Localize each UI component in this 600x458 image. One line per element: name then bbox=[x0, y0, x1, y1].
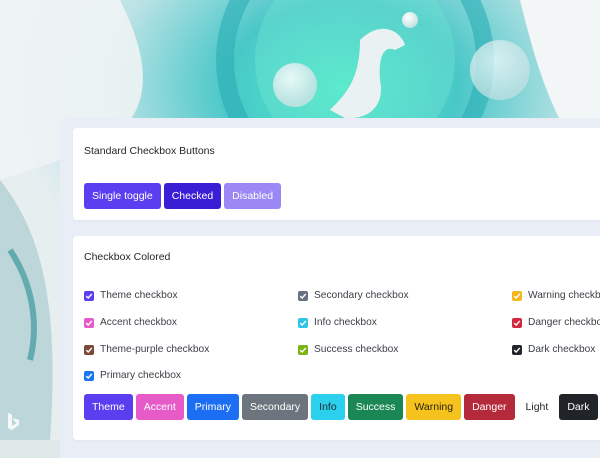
secondary-checkbox[interactable]: Secondary checkbox bbox=[298, 290, 409, 301]
check-icon bbox=[298, 317, 308, 328]
check-icon bbox=[512, 344, 522, 355]
primary-button[interactable]: Primary bbox=[186, 394, 239, 420]
check-icon bbox=[512, 290, 522, 301]
success-checkbox[interactable]: Success checkbox bbox=[298, 344, 398, 355]
info-button[interactable]: Info bbox=[311, 394, 345, 420]
check-icon bbox=[512, 317, 522, 328]
warning-checkbox[interactable]: Warning checkbox bbox=[512, 290, 600, 301]
disabled-button: Disabled bbox=[224, 183, 282, 209]
colored-button-group: Theme Accent Primary Secondary Info Succ… bbox=[84, 394, 598, 420]
theme-button[interactable]: Theme bbox=[84, 394, 133, 420]
check-icon bbox=[84, 317, 94, 328]
dark-button[interactable]: Dark bbox=[559, 394, 598, 420]
theme-checkbox[interactable]: Theme checkbox bbox=[84, 290, 178, 301]
accent-checkbox[interactable]: Accent checkbox bbox=[84, 317, 177, 328]
checkbox-colored-card: Checkbox Colored Theme checkbox Accent c… bbox=[73, 236, 600, 440]
check-icon bbox=[84, 344, 94, 355]
accent-button[interactable]: Accent bbox=[135, 394, 184, 420]
bing-logo-icon bbox=[6, 412, 20, 432]
card-title: Checkbox Colored bbox=[84, 251, 171, 263]
secondary-button[interactable]: Secondary bbox=[241, 394, 309, 420]
primary-checkbox[interactable]: Primary checkbox bbox=[84, 370, 181, 381]
danger-checkbox[interactable]: Danger checkbox bbox=[512, 317, 600, 328]
info-checkbox[interactable]: Info checkbox bbox=[298, 317, 377, 328]
light-button[interactable]: Light bbox=[517, 394, 557, 420]
dark-checkbox[interactable]: Dark checkbox bbox=[512, 344, 595, 355]
check-icon bbox=[84, 290, 94, 301]
success-button[interactable]: Success bbox=[347, 394, 404, 420]
theme-purple-checkbox[interactable]: Theme-purple checkbox bbox=[84, 344, 209, 355]
check-icon bbox=[84, 370, 94, 381]
danger-button[interactable]: Danger bbox=[464, 394, 515, 420]
single-toggle-button[interactable]: Single toggle bbox=[84, 183, 161, 209]
checked-button[interactable]: Checked bbox=[163, 183, 222, 209]
standard-checkbox-card: Standard Checkbox Buttons Single toggle … bbox=[73, 128, 600, 220]
card-title: Standard Checkbox Buttons bbox=[84, 145, 215, 157]
check-icon bbox=[298, 344, 308, 355]
warning-button[interactable]: Warning bbox=[406, 394, 462, 420]
standard-button-group: Single toggle Checked Disabled bbox=[84, 183, 282, 209]
check-icon bbox=[298, 290, 308, 301]
